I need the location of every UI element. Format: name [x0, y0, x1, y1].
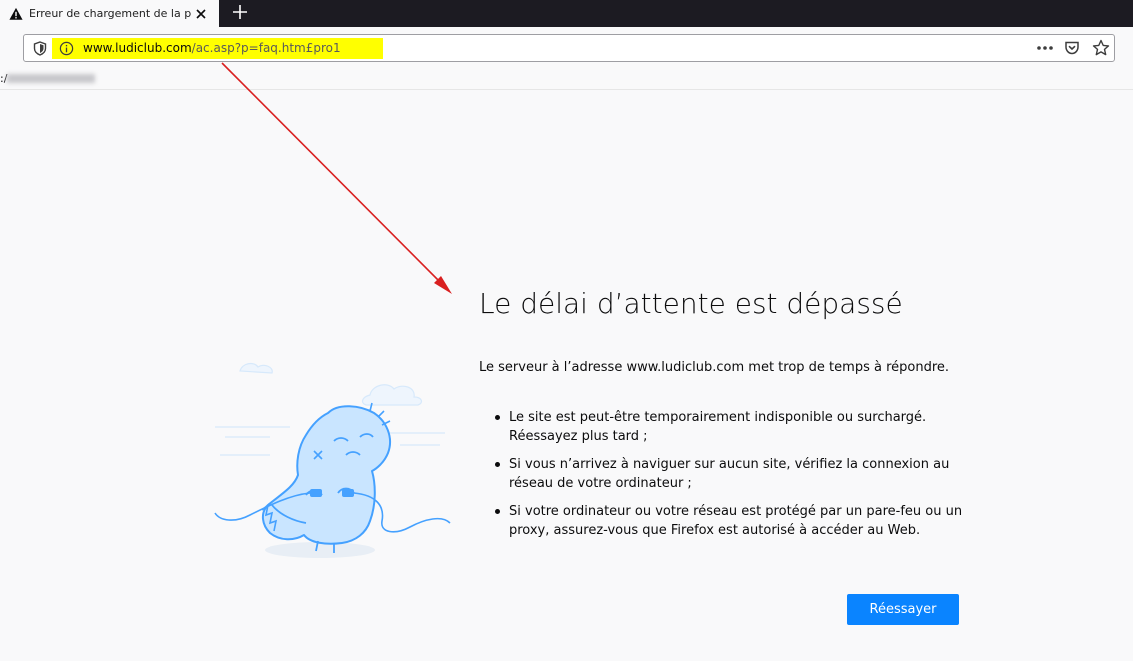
more-dots-icon[interactable] — [1036, 43, 1054, 53]
retry-button[interactable]: Réessayer — [847, 594, 959, 625]
url-host: www.ludiclub.com — [83, 41, 192, 55]
nav-bar: www.ludiclub.com/ac.asp?p=faq.htm£pro1 — [0, 27, 1133, 70]
url-bar[interactable]: www.ludiclub.com/ac.asp?p=faq.htm£pro1 — [23, 34, 1115, 62]
shield-icon[interactable] — [33, 41, 47, 56]
error-description: Le serveur à l’adresse www.ludiclub.com … — [479, 360, 950, 375]
error-suggestions-list: Le site est peut-être temporairement ind… — [495, 408, 969, 549]
annotation-arrow — [221, 62, 452, 294]
plus-icon[interactable] — [230, 2, 250, 22]
disconnected-cable-creature-illustration — [214, 362, 451, 558]
star-icon[interactable] — [1092, 39, 1110, 57]
status-bar: :/ — [0, 70, 1133, 90]
error-title: Le délai d’attente est dépassé — [479, 287, 903, 320]
tab-active[interactable]: Erreur de chargement de la page — [0, 0, 219, 27]
info-icon[interactable] — [59, 41, 74, 56]
list-item: Si votre ordinateur ou votre réseau est … — [495, 502, 969, 540]
warning-icon — [9, 7, 23, 20]
url-text[interactable]: www.ludiclub.com/ac.asp?p=faq.htm£pro1 — [83, 40, 341, 56]
list-item: Le site est peut-être temporairement ind… — [495, 408, 969, 446]
tab-strip: Erreur de chargement de la page — [0, 0, 1133, 27]
tab-title: Erreur de chargement de la page — [29, 7, 191, 20]
pocket-icon[interactable] — [1064, 40, 1080, 56]
list-item: Si vous n’arrivez à naviguer sur aucun s… — [495, 455, 969, 493]
blurred-status-text — [7, 74, 95, 83]
close-icon[interactable] — [194, 7, 208, 21]
url-path: /ac.asp?p=faq.htm£pro1 — [191, 41, 341, 55]
